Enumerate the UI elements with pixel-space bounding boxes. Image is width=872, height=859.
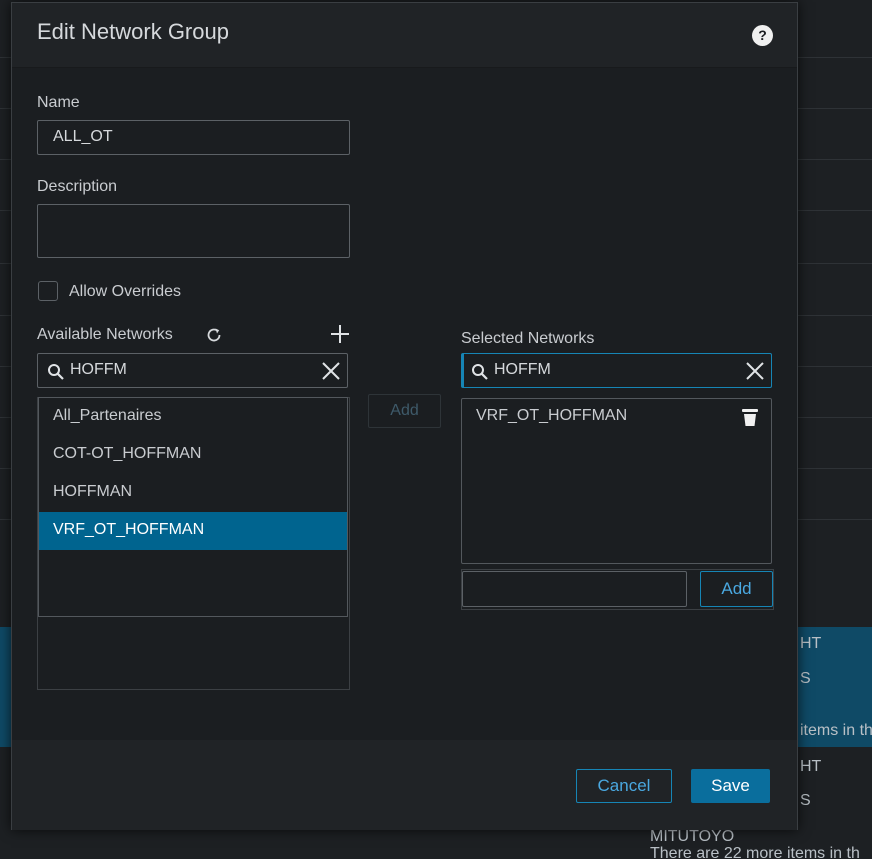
available-search-input[interactable]: HOFFM xyxy=(37,353,348,388)
available-search-value: HOFFM xyxy=(70,361,127,378)
name-value: ALL_OT xyxy=(53,128,113,145)
selected-search-value: HOFFM xyxy=(494,361,551,378)
bg-text: S xyxy=(800,792,811,809)
bg-text: MITUTOYO xyxy=(650,828,735,845)
manual-network-input[interactable] xyxy=(462,571,687,607)
allow-overrides-checkbox[interactable] xyxy=(38,281,58,301)
list-item-label: All_Partenaires xyxy=(53,407,162,424)
dialog-footer: Cancel Save xyxy=(12,740,797,830)
search-icon xyxy=(471,363,489,386)
help-icon[interactable]: ? xyxy=(752,25,773,46)
dialog-header: Edit Network Group ? xyxy=(12,3,797,68)
bg-text: items in th xyxy=(800,722,872,739)
selected-networks-label: Selected Networks xyxy=(461,330,595,347)
description-input[interactable] xyxy=(37,204,350,258)
save-button[interactable]: Save xyxy=(691,769,770,803)
name-label: Name xyxy=(37,94,80,111)
refresh-icon[interactable] xyxy=(205,326,223,349)
add-to-selected-button[interactable]: Add xyxy=(368,394,441,428)
close-icon[interactable] xyxy=(745,361,765,386)
selected-search-input[interactable]: HOFFM xyxy=(461,353,772,388)
dialog-title: Edit Network Group xyxy=(37,19,229,44)
available-networks-list[interactable]: All_Partenaires COT-OT_HOFFMAN HOFFMAN V… xyxy=(38,397,348,617)
bg-text: There are 22 more items in th xyxy=(650,845,860,859)
plus-icon[interactable] xyxy=(330,324,350,349)
list-item-label: HOFFMAN xyxy=(53,483,133,500)
list-item[interactable]: COT-OT_HOFFMAN xyxy=(39,436,347,474)
trash-icon[interactable] xyxy=(741,407,759,432)
search-icon xyxy=(47,363,65,386)
list-item-label: VRF_OT_HOFFMAN xyxy=(53,521,205,538)
description-label: Description xyxy=(37,178,118,195)
edit-network-group-dialog: Edit Network Group ? Name ALL_OT Descrip… xyxy=(11,2,798,830)
name-input[interactable]: ALL_OT xyxy=(37,120,350,155)
list-item[interactable]: All_Partenaires xyxy=(39,398,347,436)
list-item[interactable]: VRF_OT_HOFFMAN xyxy=(39,512,347,550)
close-icon[interactable] xyxy=(321,361,341,386)
bg-text: S xyxy=(800,670,811,687)
list-item-label: COT-OT_HOFFMAN xyxy=(53,445,202,462)
manual-add-button[interactable]: Add xyxy=(700,571,773,607)
available-networks-label: Available Networks xyxy=(37,326,173,343)
bg-text: HT xyxy=(800,635,822,652)
bg-text: HT xyxy=(800,758,822,775)
list-item[interactable]: HOFFMAN xyxy=(39,474,347,512)
allow-overrides-label: Allow Overrides xyxy=(69,283,182,300)
selected-networks-list: VRF_OT_HOFFMAN xyxy=(461,398,772,564)
cancel-button[interactable]: Cancel xyxy=(576,769,672,803)
selected-item-label: VRF_OT_HOFFMAN xyxy=(476,407,628,424)
manual-add-row: Add xyxy=(461,569,774,610)
